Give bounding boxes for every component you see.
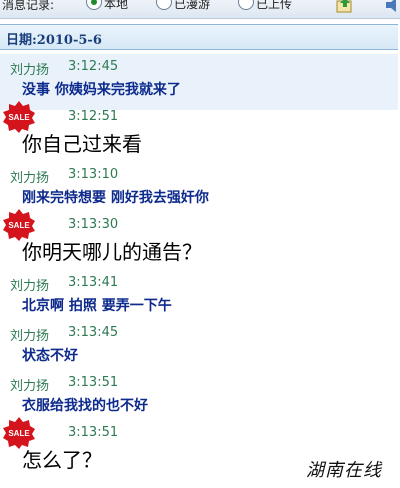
svg-text:SALE: SALE xyxy=(8,221,30,230)
sale-badge-icon: SALE xyxy=(3,417,35,449)
svg-text:SALE: SALE xyxy=(8,113,30,122)
message-time: 3:13:10 xyxy=(68,167,119,182)
date-header: 日期:2010-5-6 xyxy=(0,24,398,50)
message-item[interactable]: 刘力扬 3:13:41 北京啊 拍照 要弄一下午 xyxy=(0,272,400,322)
history-label: 消息记录: xyxy=(2,0,55,12)
sender-name: 刘力扬 xyxy=(10,379,50,394)
speaker-icon[interactable] xyxy=(384,0,400,13)
option-uploaded[interactable]: 已上传 xyxy=(256,0,292,12)
message-time: 3:12:51 xyxy=(68,109,119,124)
sender-name: 刘力扬 xyxy=(10,279,50,294)
radio-uploaded-icon[interactable] xyxy=(238,0,254,10)
message-time: 3:13:41 xyxy=(68,275,119,290)
message-text: 你自己过来看 xyxy=(22,132,142,156)
message-time: 3:13:51 xyxy=(68,375,119,390)
sender-name: 刘力扬 xyxy=(10,63,50,78)
sale-badge-icon: SALE xyxy=(3,101,35,133)
message-time: 3:12:45 xyxy=(68,59,119,74)
message-item[interactable]: 刘力扬 3:13:51 衣服给我找的也不好 xyxy=(0,372,400,422)
radio-local-icon[interactable] xyxy=(86,0,102,10)
message-text: 状态不好 xyxy=(22,348,78,364)
svg-text:SALE: SALE xyxy=(8,429,30,438)
message-item[interactable]: SALE 3:13:30 你明天哪儿的通告？ xyxy=(0,209,400,272)
message-text: 刚来完特想要 刚好我去强奸你 xyxy=(22,190,209,206)
message-item[interactable]: 刘力扬 3:12:45 没事 你姨妈来完我就来了 xyxy=(0,56,400,106)
radio-roamed-icon[interactable] xyxy=(156,0,172,10)
message-item[interactable]: 刘力扬 3:13:10 刚来完特想要 刚好我去强奸你 xyxy=(0,164,400,214)
option-local[interactable]: 本地 xyxy=(104,0,128,12)
sale-badge-icon: SALE xyxy=(3,209,35,241)
message-item[interactable]: 刘力扬 3:13:45 状态不好 xyxy=(0,322,400,372)
message-list[interactable]: 刘力扬 3:12:45 没事 你姨妈来完我就来了 SALE 3:12:51 你自… xyxy=(0,56,400,480)
message-text: 没事 你姨妈来完我就来了 xyxy=(22,82,181,98)
message-time: 3:13:51 xyxy=(68,425,119,440)
upload-icon[interactable] xyxy=(336,0,354,13)
message-text: 衣服给我找的也不好 xyxy=(22,398,148,414)
message-text: 北京啊 拍照 要弄一下午 xyxy=(22,298,172,314)
message-time: 3:13:45 xyxy=(68,325,119,340)
history-toolbar: 消息记录: 本地 已漫游 已上传 xyxy=(0,0,400,19)
date-label: 日期:2010-5-6 xyxy=(6,33,102,48)
message-item[interactable]: SALE 3:12:51 你自己过来看 xyxy=(0,101,400,164)
message-time: 3:13:30 xyxy=(68,217,119,232)
option-roamed[interactable]: 已漫游 xyxy=(174,0,210,12)
sender-name: 刘力扬 xyxy=(10,171,50,186)
watermark: 湖南在线 xyxy=(306,460,382,481)
sender-name: 刘力扬 xyxy=(10,329,50,344)
message-text: 你明天哪儿的通告？ xyxy=(22,240,202,264)
